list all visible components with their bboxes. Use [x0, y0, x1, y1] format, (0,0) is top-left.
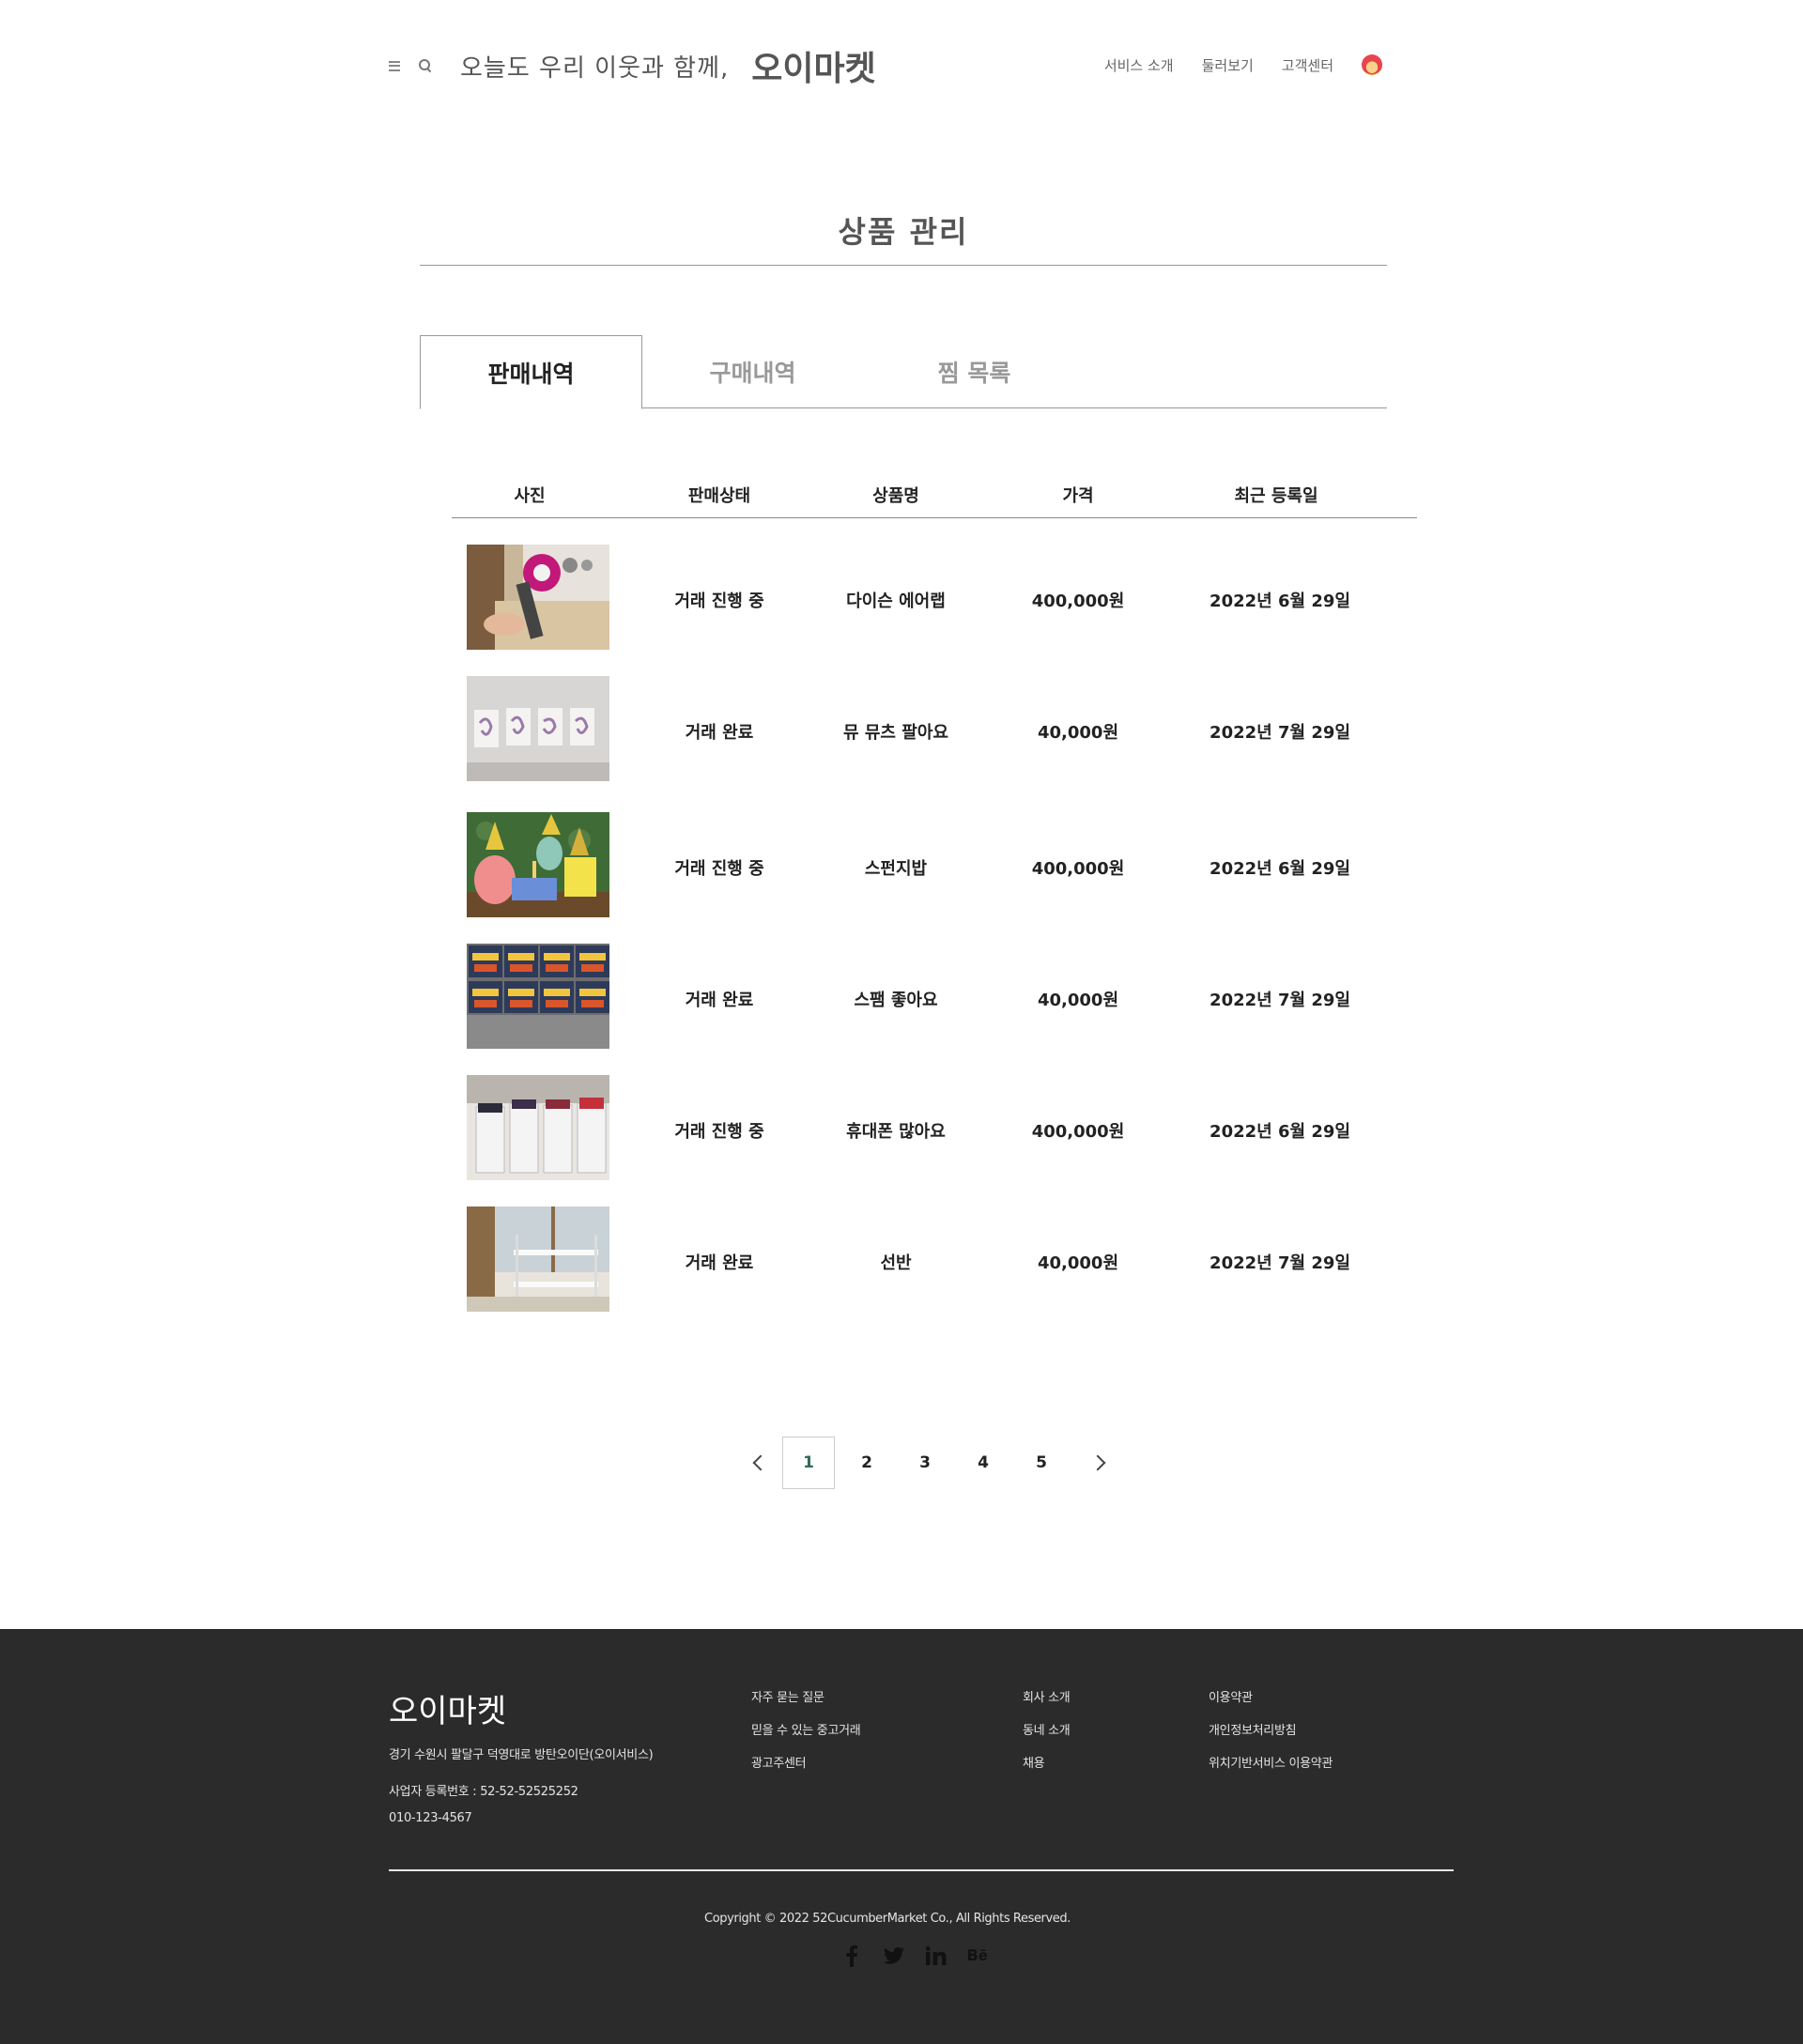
- table-row[interactable]: 거래 진행 중 다이슨 에어랩 400,000원 2022년 6월 29일: [452, 545, 1417, 650]
- header-left: 오늘도 우리 이웃과 함께, 오이마켓: [389, 41, 876, 90]
- table-header: 사진 판매상태 상품명 가격 최근 등록일: [452, 475, 1417, 518]
- footer-link-advertiser[interactable]: 광고주센터: [751, 1753, 860, 1786]
- registered-date: 2022년 6월 29일: [1210, 592, 1350, 611]
- product-price: 400,000원: [1031, 592, 1125, 611]
- registered-date: 2022년 7월 29일: [1210, 1253, 1350, 1273]
- footer-link-terms[interactable]: 이용약관: [1209, 1687, 1333, 1720]
- nav-service-intro[interactable]: 서비스 소개: [1104, 55, 1174, 75]
- sale-status: 거래 진행 중: [674, 592, 764, 611]
- registered-date: 2022년 7월 29일: [1210, 723, 1350, 743]
- footer-link-trusted-trade[interactable]: 믿을 수 있는 중고거래: [751, 1720, 861, 1753]
- product-name[interactable]: 스펀지밥: [865, 855, 927, 880]
- site-header: 오늘도 우리 이웃과 함께, 오이마켓 서비스 소개 둘러보기 고객센터: [0, 0, 1803, 131]
- page-5[interactable]: 5: [1015, 1437, 1068, 1489]
- footer-link-faq[interactable]: 자주 묻는 질문: [751, 1687, 860, 1720]
- product-price: 40,000원: [1037, 991, 1119, 1010]
- prev-page-button[interactable]: [732, 1437, 785, 1489]
- product-name[interactable]: 선반: [880, 1250, 911, 1274]
- sale-status: 거래 진행 중: [674, 1122, 764, 1142]
- nav-customer-center[interactable]: 고객센터: [1282, 55, 1333, 75]
- table-row[interactable]: 거래 진행 중 스펀지밥 400,000원 2022년 6월 29일: [452, 812, 1417, 917]
- footer-link-neighborhood[interactable]: 동네 소개: [1023, 1720, 1071, 1753]
- product-photo[interactable]: [467, 944, 609, 1049]
- header-slogan: 오늘도 우리 이웃과 함께,: [460, 54, 730, 83]
- hamburger-menu-icon[interactable]: [389, 60, 400, 71]
- footer-links-col2: 회사 소개 동네 소개 채용: [1023, 1687, 1071, 1786]
- header-nav: 서비스 소개 둘러보기 고객센터: [1076, 54, 1382, 75]
- footer-links-col1: 자주 묻는 질문 믿을 수 있는 중고거래 광고주센터: [751, 1687, 861, 1786]
- table-row[interactable]: 거래 진행 중 휴대폰 많아요 400,000원 2022년 6월 29일: [452, 1075, 1417, 1180]
- linkedin-icon[interactable]: [926, 1944, 947, 1967]
- registered-date: 2022년 6월 29일: [1210, 1122, 1350, 1142]
- page-1[interactable]: 1: [782, 1437, 835, 1489]
- sale-status: 거래 진행 중: [674, 859, 764, 879]
- column-header-photo: 사진: [514, 486, 546, 506]
- sale-status: 거래 완료: [685, 1253, 754, 1273]
- brand-logo[interactable]: 오이마켓: [751, 41, 875, 90]
- footer-link-privacy[interactable]: 개인정보처리방침: [1209, 1720, 1333, 1753]
- sale-status: 거래 완료: [685, 723, 754, 743]
- product-name[interactable]: 다이슨 에어랩: [846, 588, 946, 612]
- footer-business-number: 사업자 등록번호 : 52-52-52525252: [389, 1785, 578, 1799]
- footer-address: 경기 수원시 팔달구 덕영대로 방탄오이단(오이서비스): [389, 1748, 654, 1762]
- user-avatar-icon[interactable]: [1362, 54, 1382, 75]
- behance-icon[interactable]: [968, 1944, 989, 1967]
- product-photo[interactable]: [467, 676, 609, 781]
- product-price: 40,000원: [1037, 723, 1119, 743]
- product-name[interactable]: 스팸 좋아요: [854, 987, 937, 1011]
- social-links: [841, 1944, 1010, 1967]
- footer-link-company[interactable]: 회사 소개: [1023, 1687, 1071, 1720]
- site-footer: 오이마켓 경기 수원시 팔달구 덕영대로 방탄오이단(오이서비스) 사업자 등록…: [0, 1629, 1803, 2044]
- product-photo[interactable]: [467, 545, 609, 650]
- tab-wishlist[interactable]: 찜 목록: [863, 335, 1086, 408]
- search-icon[interactable]: [419, 59, 432, 72]
- column-header-date: 최근 등록일: [1234, 486, 1318, 506]
- product-name[interactable]: 휴대폰 많아요: [846, 1118, 946, 1143]
- title-divider: [420, 265, 1387, 266]
- page-4[interactable]: 4: [957, 1437, 1009, 1489]
- chevron-left-icon: [752, 1454, 769, 1471]
- product-photo[interactable]: [467, 1075, 609, 1180]
- nav-browse[interactable]: 둘러보기: [1202, 55, 1254, 75]
- footer-phone: 010-123-4567: [389, 1811, 472, 1825]
- product-photo[interactable]: [467, 1206, 609, 1312]
- product-photo[interactable]: [467, 812, 609, 917]
- footer-link-careers[interactable]: 채용: [1023, 1753, 1070, 1786]
- page-2[interactable]: 2: [840, 1437, 893, 1489]
- table-row[interactable]: 거래 완료 스팸 좋아요 40,000원 2022년 7월 29일: [452, 944, 1417, 1049]
- footer-divider: [389, 1869, 1454, 1871]
- registered-date: 2022년 6월 29일: [1210, 859, 1350, 879]
- product-price: 40,000원: [1037, 1253, 1119, 1273]
- product-name[interactable]: 뮤 뮤츠 팔아요: [843, 719, 948, 744]
- twitter-icon[interactable]: [884, 1944, 904, 1967]
- column-header-name: 상품명: [872, 486, 919, 506]
- footer-brand[interactable]: 오이마켓: [389, 1685, 506, 1731]
- column-header-status: 판매상태: [687, 486, 751, 506]
- facebook-icon[interactable]: [841, 1944, 862, 1967]
- footer-copyright: Copyright © 2022 52CucumberMarket Co., A…: [704, 1912, 1071, 1926]
- tab-sales-history[interactable]: 판매내역: [420, 335, 642, 409]
- column-header-price: 가격: [1062, 486, 1094, 506]
- next-page-button[interactable]: [1073, 1437, 1126, 1489]
- sale-status: 거래 완료: [685, 991, 754, 1010]
- tab-bar: 판매내역 구매내역 찜 목록: [420, 335, 1387, 409]
- product-price: 400,000원: [1031, 859, 1125, 879]
- footer-links-col3: 이용약관 개인정보처리방침 위치기반서비스 이용약관: [1209, 1687, 1333, 1786]
- tab-purchase-history[interactable]: 구매내역: [641, 335, 864, 408]
- footer-link-location-terms[interactable]: 위치기반서비스 이용약관: [1209, 1753, 1333, 1786]
- registered-date: 2022년 7월 29일: [1210, 991, 1350, 1010]
- product-price: 400,000원: [1031, 1122, 1125, 1142]
- page-title: 상품 관리: [838, 214, 969, 250]
- table-row[interactable]: 거래 완료 선반 40,000원 2022년 7월 29일: [452, 1206, 1417, 1312]
- chevron-right-icon: [1089, 1454, 1106, 1471]
- page-3[interactable]: 3: [899, 1437, 951, 1489]
- table-row[interactable]: 거래 완료 뮤 뮤츠 팔아요 40,000원 2022년 7월 29일: [452, 676, 1417, 781]
